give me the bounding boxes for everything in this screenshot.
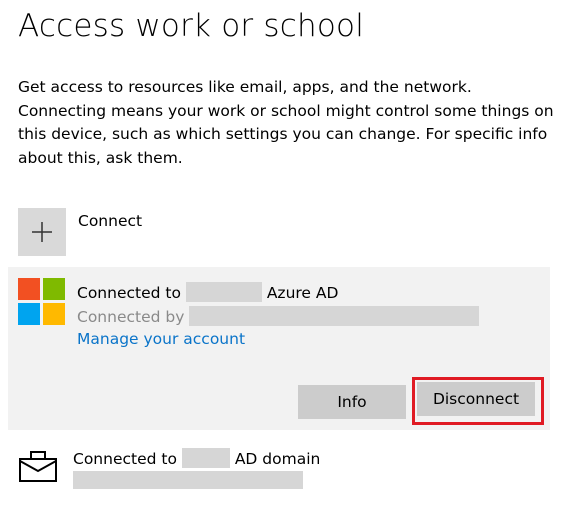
microsoft-logo-icon [18, 278, 66, 326]
page-title: Access work or school [18, 8, 365, 44]
connected-to-label: Connected to [77, 284, 181, 302]
disconnect-button[interactable]: Disconnect [417, 382, 535, 416]
plus-icon [18, 208, 66, 256]
connected-by-label: Connected by [77, 308, 185, 326]
info-button[interactable]: Info [298, 385, 406, 419]
ad-domain-account-item[interactable]: Connected to AD domain [18, 445, 558, 495]
redacted-domain-name [181, 448, 230, 468]
azure-ad-account-item[interactable]: Connected to Azure AD Connected by Manag… [8, 267, 550, 430]
connect-button[interactable]: Connect [18, 208, 558, 256]
page-description: Get access to resources like email, apps… [18, 78, 554, 167]
connect-label: Connect [78, 212, 143, 230]
ad-domain-connection-status: Connected to AD domain [73, 448, 320, 468]
redacted-account-email [189, 306, 480, 326]
domain-account-line [73, 471, 303, 489]
connected-by-line: Connected by [77, 306, 480, 326]
azure-ad-label: Azure AD [266, 284, 339, 302]
connected-to-label: Connected to [73, 450, 177, 468]
ad-domain-label: AD domain [234, 450, 321, 468]
briefcase-icon [18, 449, 58, 485]
manage-account-link[interactable]: Manage your account [77, 330, 245, 348]
azure-connection-status: Connected to Azure AD [77, 282, 338, 302]
redacted-organization [185, 282, 262, 302]
redacted-domain-account [73, 471, 303, 489]
